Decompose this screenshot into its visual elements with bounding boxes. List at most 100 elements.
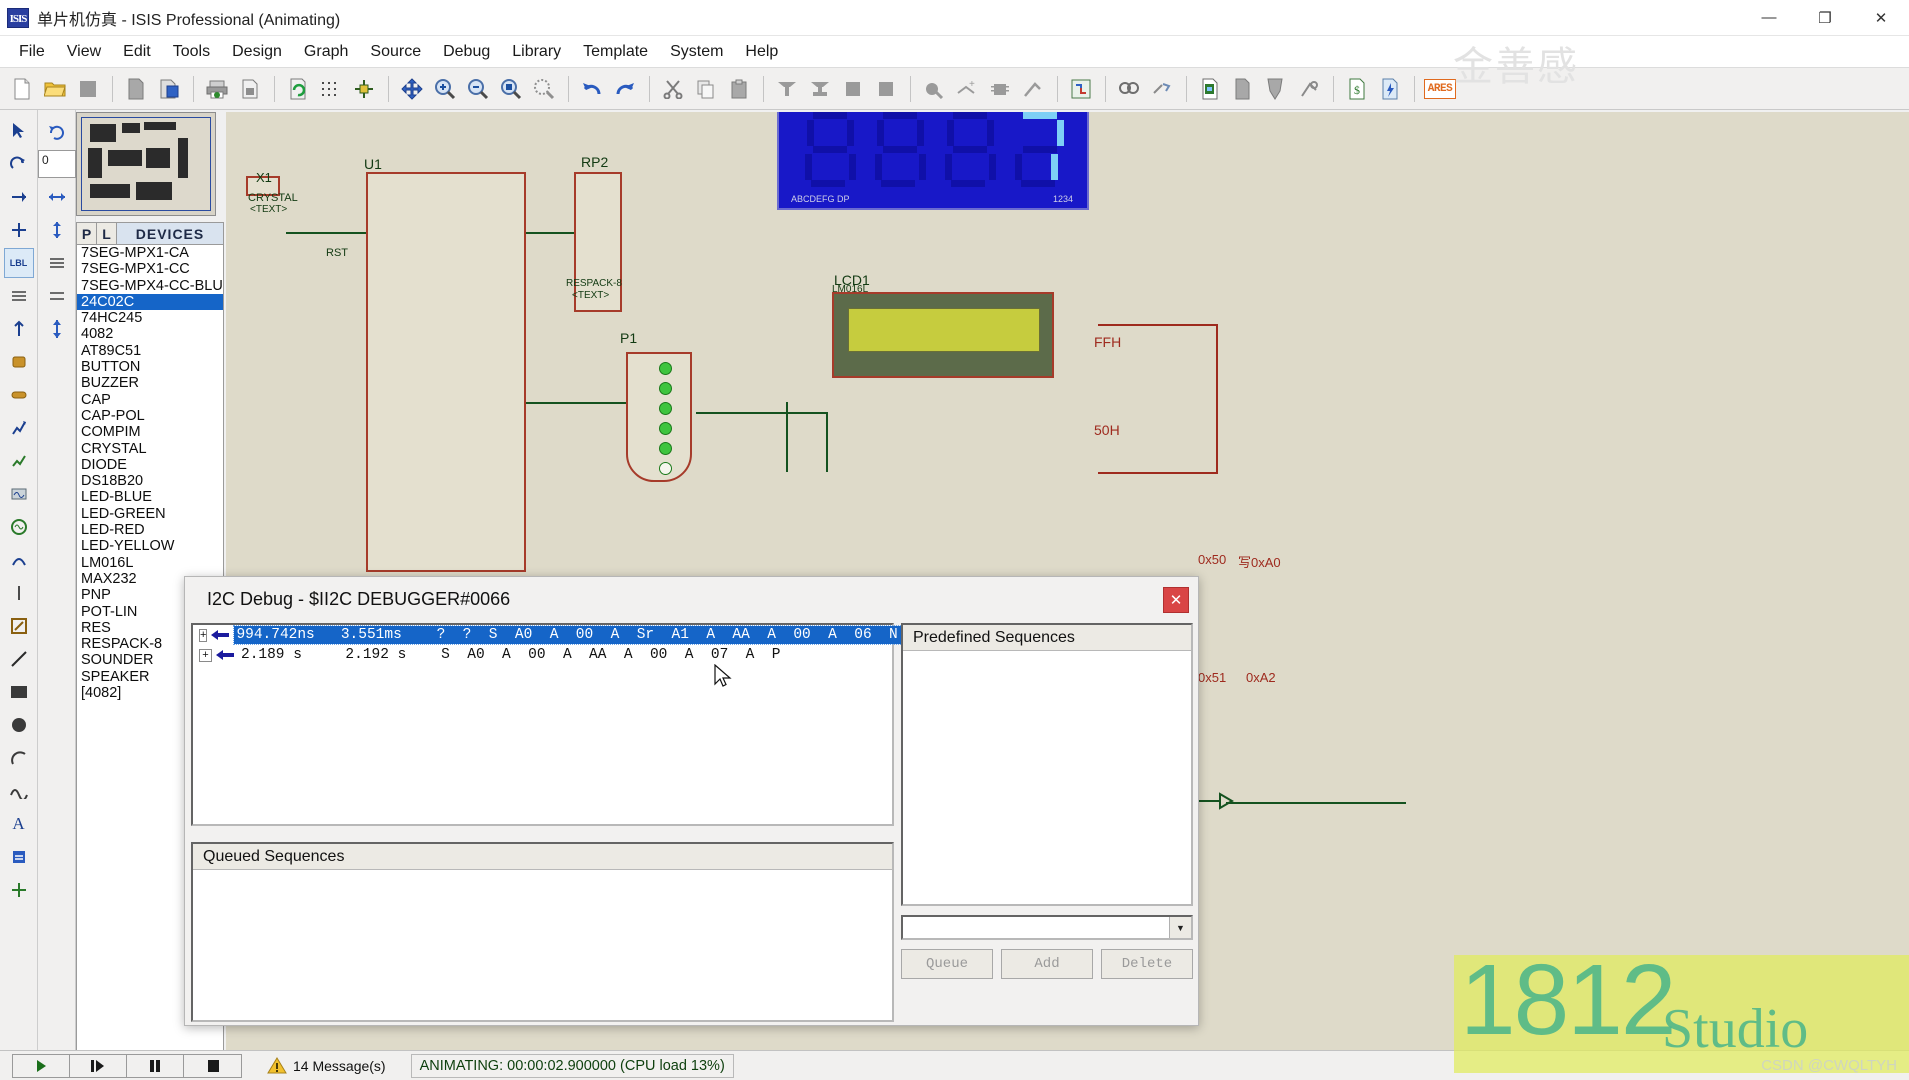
virtual-instrument-icon[interactable] xyxy=(4,578,34,608)
text-script-icon[interactable]: LBL xyxy=(3,248,34,278)
junction-dot-icon[interactable] xyxy=(4,182,34,212)
menu-help[interactable]: Help xyxy=(734,39,789,65)
tape-recorder-icon[interactable] xyxy=(4,446,34,476)
trace-row[interactable]: + 994.742ns 3.551ms ? ? S A0 A 00 A Sr A… xyxy=(193,625,927,645)
device-list-item[interactable]: CRYSTAL xyxy=(77,441,223,457)
symbol-icon[interactable] xyxy=(4,842,34,872)
devices-col-l[interactable]: L xyxy=(97,223,117,244)
overview-panel[interactable] xyxy=(76,112,216,216)
rectangle-icon[interactable] xyxy=(4,677,34,707)
make-device-icon[interactable]: + xyxy=(951,73,983,105)
menu-edit[interactable]: Edit xyxy=(112,39,162,65)
packaging-tool-icon[interactable] xyxy=(984,73,1016,105)
device-list-item[interactable]: CAP xyxy=(77,392,223,408)
menu-system[interactable]: System xyxy=(659,39,734,65)
print-area-icon[interactable] xyxy=(234,73,266,105)
arc-icon[interactable] xyxy=(4,743,34,773)
queued-sequences-panel[interactable]: Queued Sequences xyxy=(191,842,894,1022)
device-list-item[interactable]: 24C02C xyxy=(77,293,223,311)
maximize-button[interactable]: ❐ xyxy=(1797,0,1853,36)
open-folder-icon[interactable] xyxy=(39,73,71,105)
electrical-check-icon[interactable] xyxy=(1374,73,1406,105)
menu-file[interactable]: File xyxy=(8,39,56,65)
predefined-sequences-panel[interactable]: Predefined Sequences xyxy=(901,623,1193,906)
delete-button[interactable]: Delete xyxy=(1101,949,1193,979)
wire-label-icon[interactable] xyxy=(4,215,34,245)
devices-col-p[interactable]: P xyxy=(77,223,97,244)
device-list-item[interactable]: LED-RED xyxy=(77,522,223,538)
redo-icon[interactable] xyxy=(609,73,641,105)
refresh-icon[interactable] xyxy=(282,73,314,105)
graph-icon[interactable] xyxy=(4,413,34,443)
voltage-probe-icon[interactable] xyxy=(4,512,34,542)
circle-icon[interactable] xyxy=(4,710,34,740)
lcd1-module[interactable] xyxy=(832,292,1054,378)
remove-sheet-icon[interactable] xyxy=(1260,73,1292,105)
export-file-icon[interactable] xyxy=(153,73,185,105)
menu-debug[interactable]: Debug xyxy=(432,39,501,65)
close-button[interactable]: ✕ xyxy=(1853,0,1909,36)
menu-design[interactable]: Design xyxy=(221,39,293,65)
netlist-icon[interactable] xyxy=(1065,73,1097,105)
add-button[interactable]: Add xyxy=(1001,949,1093,979)
device-list-item[interactable]: 7SEG-MPX4-CC-BLUE xyxy=(77,278,223,294)
mirror-y-icon[interactable] xyxy=(42,215,72,245)
subcircuit-icon[interactable] xyxy=(4,314,34,344)
line-icon[interactable] xyxy=(4,611,34,641)
menu-graph[interactable]: Graph xyxy=(293,39,359,65)
device-list-item[interactable]: 7SEG-MPX1-CA xyxy=(77,245,223,261)
u1-mcu-body[interactable] xyxy=(366,172,526,572)
device-list-item[interactable]: LED-YELLOW xyxy=(77,538,223,554)
box-icon[interactable] xyxy=(4,644,34,674)
menu-view[interactable]: View xyxy=(56,39,112,65)
paste-icon[interactable] xyxy=(723,73,755,105)
undo-icon[interactable] xyxy=(576,73,608,105)
block-move-icon[interactable] xyxy=(804,73,836,105)
devices-col-devices[interactable]: DEVICES xyxy=(117,223,223,244)
electrical-rules-icon[interactable] xyxy=(1113,73,1145,105)
label-icon[interactable] xyxy=(42,248,72,278)
ares-icon[interactable]: ARES xyxy=(1422,73,1458,105)
trace-row[interactable]: + 2.189 s 2.192 s S A0 A 00 A AA A 00 A … xyxy=(193,645,892,665)
mirror-x-icon[interactable] xyxy=(42,182,72,212)
zoom-out-icon[interactable] xyxy=(462,73,494,105)
device-list-item[interactable]: AT89C51 xyxy=(77,343,223,359)
pick-device-icon[interactable] xyxy=(918,73,950,105)
decompose-icon[interactable] xyxy=(1017,73,1049,105)
device-pin-icon[interactable] xyxy=(4,380,34,410)
i2c-debug-dialog[interactable]: I2C Debug - $II2C DEBUGGER#0066 ✕ + 994.… xyxy=(184,576,1199,1026)
dialog-close-button[interactable]: ✕ xyxy=(1163,587,1189,613)
path-icon[interactable] xyxy=(4,776,34,806)
device-list-item[interactable]: BUTTON xyxy=(77,359,223,375)
stop-icon[interactable] xyxy=(184,1054,241,1077)
menu-source[interactable]: Source xyxy=(359,39,432,65)
bus-icon[interactable] xyxy=(4,281,34,311)
coordinate-input[interactable]: 0 xyxy=(38,150,76,178)
blank-sheet-icon[interactable] xyxy=(1227,73,1259,105)
goto-sheet-icon[interactable] xyxy=(1293,73,1325,105)
save-icon[interactable] xyxy=(72,73,104,105)
pan-icon[interactable] xyxy=(396,73,428,105)
step-icon[interactable] xyxy=(70,1054,127,1077)
block-copy-icon[interactable] xyxy=(771,73,803,105)
current-probe-icon[interactable] xyxy=(4,545,34,575)
play-icon[interactable] xyxy=(13,1054,70,1077)
minimize-button[interactable]: — xyxy=(1741,0,1797,36)
device-list-item[interactable]: LED-GREEN xyxy=(77,506,223,522)
queue-button[interactable]: Queue xyxy=(901,949,993,979)
bom-report-icon[interactable] xyxy=(1194,73,1226,105)
device-list-item[interactable]: DS18B20 xyxy=(77,473,223,489)
device-list-item[interactable]: 74HC245 xyxy=(77,310,223,326)
grid-icon[interactable] xyxy=(315,73,347,105)
marker-icon[interactable] xyxy=(4,875,34,905)
seven-segment-display[interactable]: ABCDEFG DP 1234 xyxy=(777,112,1089,210)
menu-template[interactable]: Template xyxy=(572,39,659,65)
chevron-down-icon[interactable]: ▼ xyxy=(1169,917,1191,938)
selection-mode-icon[interactable] xyxy=(4,116,34,146)
netlist-compiler-icon[interactable] xyxy=(1146,73,1178,105)
block-rotate-icon[interactable] xyxy=(837,73,869,105)
zoom-all-icon[interactable] xyxy=(528,73,560,105)
menu-library[interactable]: Library xyxy=(501,39,572,65)
device-list-item[interactable]: DIODE xyxy=(77,457,223,473)
generator-icon[interactable] xyxy=(4,479,34,509)
